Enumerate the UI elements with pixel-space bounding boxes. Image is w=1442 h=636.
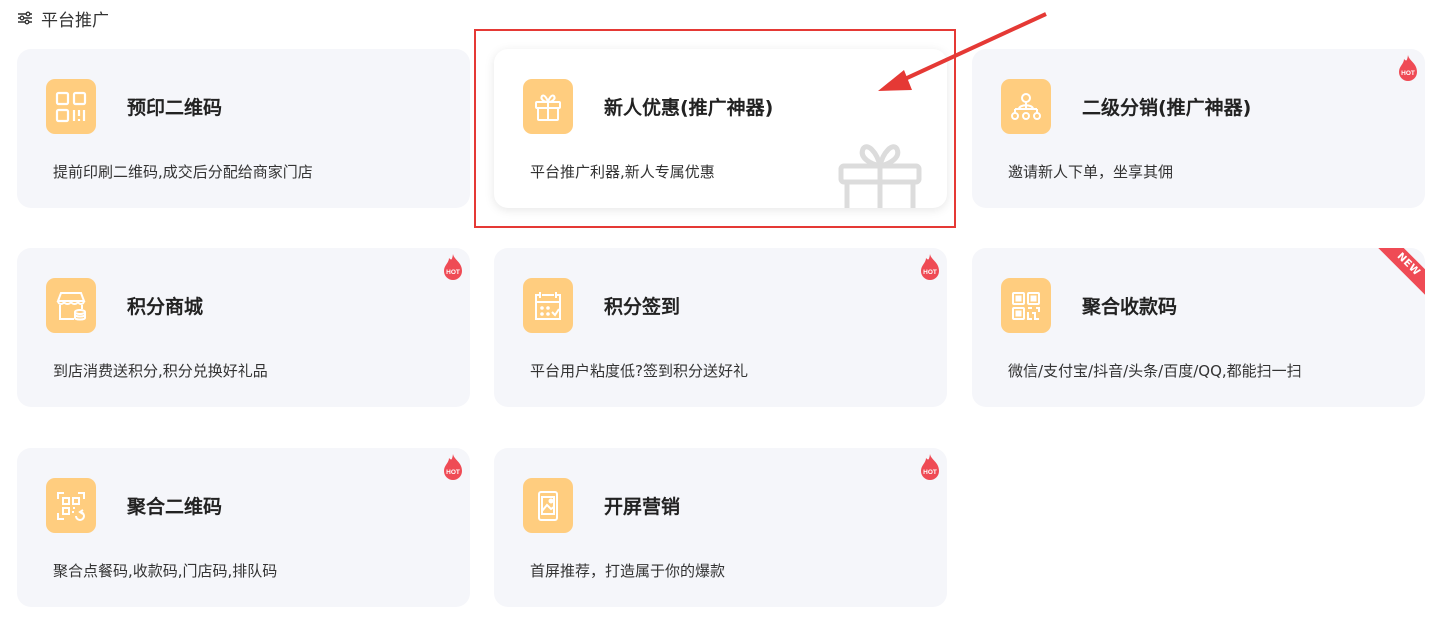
splash-screen-icon: [523, 478, 573, 533]
card-desc: 邀请新人下单，坐享其佣: [1008, 163, 1174, 181]
section-title: 平台推广: [41, 10, 109, 31]
svg-text:HOT: HOT: [923, 269, 937, 276]
filter-sliders-icon: [18, 11, 32, 25]
svg-text:HOT: HOT: [1401, 70, 1415, 77]
store-icon: [46, 278, 96, 333]
card-title: 积分签到: [604, 296, 681, 318]
card-new-user-discount[interactable]: 新人优惠(推广神器) 平台推广利器,新人专属优惠: [494, 49, 947, 208]
hot-flame-badge: HOT: [921, 454, 939, 480]
new-ribbon-badge: NEW: [1376, 248, 1425, 297]
card-splash-marketing[interactable]: 开屏营销 首屏推荐，打造属于你的爆款 HOT: [494, 448, 947, 607]
hot-flame-badge: HOT: [444, 254, 462, 280]
card-desc: 聚合点餐码,收款码,门店码,排队码: [53, 562, 278, 580]
card-title: 新人优惠(推广神器): [604, 97, 774, 119]
svg-text:HOT: HOT: [923, 469, 937, 476]
card-preprint-qr[interactable]: 预印二维码 提前印刷二维码,成交后分配给商家门店: [17, 49, 470, 208]
hot-flame-badge: HOT: [921, 254, 939, 280]
hot-flame-badge: HOT: [1399, 55, 1417, 81]
card-desc: 首屏推荐，打造属于你的爆款: [530, 562, 726, 580]
gift-watermark-icon: [838, 144, 922, 208]
scan-qr-icon: [46, 478, 96, 533]
section-header: 平台推广: [17, 5, 109, 31]
card-title: 开屏营销: [604, 496, 681, 518]
card-points-checkin[interactable]: 积分签到 平台用户粘度低?签到积分送好礼 HOT: [494, 248, 947, 407]
card-desc: 平台用户粘度低?签到积分送好礼: [530, 362, 748, 380]
card-title: 二级分销(推广神器): [1082, 97, 1252, 119]
card-title: 聚合二维码: [127, 496, 223, 518]
card-title: 聚合收款码: [1082, 296, 1178, 318]
card-title: 预印二维码: [127, 97, 223, 119]
svg-text:HOT: HOT: [446, 469, 460, 476]
qr-grid-icon: [1001, 278, 1051, 333]
card-desc: 提前印刷二维码,成交后分配给商家门店: [53, 163, 313, 181]
card-points-mall[interactable]: 积分商城 到店消费送积分,积分兑换好礼品 HOT: [17, 248, 470, 407]
svg-text:HOT: HOT: [446, 269, 460, 276]
card-desc: 微信/支付宝/抖音/头条/百度/QQ,都能扫一扫: [1008, 362, 1302, 380]
qr-code-icon: [46, 79, 96, 134]
card-two-level-distribution[interactable]: 二级分销(推广神器) 邀请新人下单，坐享其佣 HOT: [972, 49, 1425, 208]
card-desc: 到店消费送积分,积分兑换好礼品: [53, 362, 268, 380]
card-aggregate-qr[interactable]: 聚合二维码 聚合点餐码,收款码,门店码,排队码 HOT: [17, 448, 470, 607]
gift-icon: [523, 79, 573, 134]
card-desc: 平台推广利器,新人专属优惠: [530, 163, 715, 181]
hot-flame-badge: HOT: [444, 454, 462, 480]
calendar-icon: [523, 278, 573, 333]
card-aggregate-payment-code[interactable]: 聚合收款码 微信/支付宝/抖音/头条/百度/QQ,都能扫一扫 NEW: [972, 248, 1425, 407]
card-title: 积分商城: [127, 296, 204, 318]
network-icon: [1001, 79, 1051, 134]
